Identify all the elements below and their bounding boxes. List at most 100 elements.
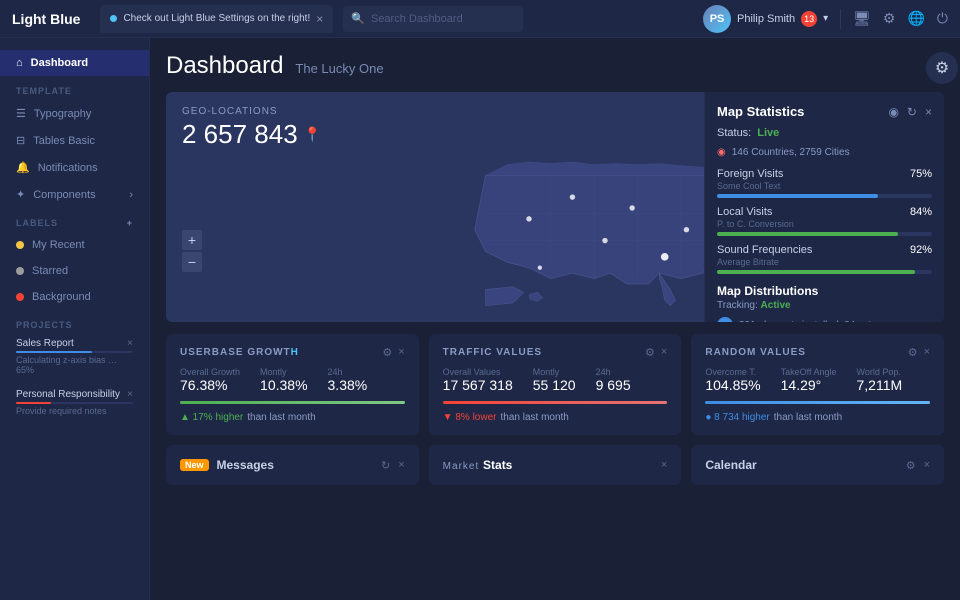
widget-traffic: TRAFFIC VALUES ⚙ × Overall Values 17 567…	[429, 334, 682, 435]
sidebar-item-typography[interactable]: ☰ Typography	[0, 100, 149, 127]
userbase-monthly: Montly 10.38%	[260, 367, 307, 393]
stats-refresh-icon[interactable]: ↻	[907, 105, 917, 119]
market-close-icon[interactable]: ×	[661, 459, 667, 471]
sidebar-item-components[interactable]: ✦ Components	[0, 181, 149, 208]
avatar: PS	[703, 5, 731, 33]
messages-refresh-icon[interactable]: ↻	[381, 459, 390, 472]
userbase-trend-text: ▲ 17% higher than last month	[180, 412, 405, 423]
user-name: Philip Smith	[737, 13, 795, 25]
traffic-close-icon[interactable]: ×	[661, 346, 667, 359]
widget-traffic-title: TRAFFIC VALUES	[443, 347, 542, 358]
map-zoom-out[interactable]: −	[182, 252, 202, 272]
random-gear-icon[interactable]: ⚙	[908, 346, 918, 359]
stats-pin-icon[interactable]: ◉	[888, 105, 898, 119]
progress-local	[717, 232, 932, 236]
random-world: World Pop. 7,211M	[857, 367, 903, 393]
sidebar-item-dashboard[interactable]: ⌂ Dashboard	[0, 50, 149, 76]
progress-sound	[717, 270, 932, 274]
stat-sound-freq: Sound Frequencies 92% Average Bitrate	[717, 244, 932, 274]
traffic-gear-icon[interactable]: ⚙	[645, 346, 655, 359]
tab-close-icon[interactable]: ×	[316, 12, 323, 26]
bottom-widgets-row: New Messages ↻ × Market Stats × Calendar	[166, 445, 944, 485]
sidebar-item-tables[interactable]: ⊟ Tables Basic	[0, 127, 149, 154]
widget-random-title: RANDOM VALUES	[705, 347, 806, 358]
userbase-trend-bar	[180, 401, 405, 404]
content: Dashboard The Lucky One GEO-LOCATIONS 2 …	[150, 38, 960, 600]
tab-indicator	[110, 15, 117, 22]
sidebar-dashboard-label: Dashboard	[31, 57, 88, 69]
power-icon[interactable]: ⏻	[937, 10, 948, 27]
sidebar-template-section: TEMPLATE	[0, 76, 149, 100]
main-layout: ⌂ Dashboard TEMPLATE ☰ Typography ⊟ Tabl…	[0, 38, 960, 600]
widget-userbase-title: USERBASE GROWTH	[180, 347, 299, 358]
sales-progress-bar	[16, 351, 92, 353]
bell-icon: 🔔	[16, 161, 30, 174]
new-badge: New	[180, 459, 209, 471]
monitor-icon[interactable]: 🖥	[853, 10, 871, 27]
stats-panel: Map Statistics ◉ ↻ × Status: Live ◉ 146 …	[704, 92, 944, 322]
widget-market: Market Stats ×	[429, 445, 682, 485]
status-live: Live	[757, 127, 779, 139]
sidebar-labels-section: LABELS +	[0, 208, 149, 232]
widget-random: RANDOM VALUES ⚙ × Overcome T. 104.85% Ta…	[691, 334, 944, 435]
widget-userbase: USERBASE GROWTH ⚙ × Overall Growth 76.38…	[166, 334, 419, 435]
sidebar-label-starred[interactable]: Starred	[0, 258, 149, 284]
random-trend-text: ● 8 734 higher than last month	[705, 412, 930, 423]
topbar-right: PS Philip Smith 13 ▾ 🖥 ⚙ 🌐 ⏻	[703, 5, 948, 33]
countries-row: ◉ 146 Countries, 2759 Cities	[717, 147, 932, 158]
stats-title: Map Statistics	[717, 104, 804, 119]
sidebar-label-myrecent[interactable]: My Recent	[0, 232, 149, 258]
element-icon: B	[717, 317, 733, 322]
widget-close-icon[interactable]: ×	[398, 346, 404, 359]
map-distributions: Map Distributions Tracking: Active B 391…	[717, 284, 932, 322]
logo-light: Light	[12, 11, 46, 27]
typography-icon: ☰	[16, 107, 26, 120]
calendar-close-icon[interactable]: ×	[924, 459, 930, 472]
map-controls: + −	[182, 230, 202, 272]
globe-icon[interactable]: 🌐	[907, 10, 924, 27]
app-logo: Light Blue	[12, 11, 80, 27]
stats-header: Map Statistics ◉ ↻ ×	[717, 104, 932, 119]
search-icon: 🔍	[351, 12, 365, 25]
page-header: Dashboard The Lucky One	[166, 52, 944, 80]
sidebar-item-notifications[interactable]: 🔔 Notifications	[0, 154, 149, 181]
stat-local-visits: Local Visits 84% P. to C. Conversion	[717, 206, 932, 236]
widgets-row: USERBASE GROWTH ⚙ × Overall Growth 76.38…	[166, 334, 944, 435]
user-info[interactable]: PS Philip Smith 13 ▾	[703, 5, 828, 33]
components-icon: ✦	[16, 188, 25, 201]
close-project-sales[interactable]: ×	[127, 338, 133, 349]
chevron-down-icon: ▾	[823, 13, 828, 24]
tab-bar[interactable]: Check out Light Blue Settings on the rig…	[100, 5, 333, 33]
add-label-button[interactable]: +	[127, 218, 133, 228]
stats-close-icon[interactable]: ×	[925, 105, 932, 119]
messages-close-icon[interactable]: ×	[398, 459, 404, 472]
widget-calendar: Calendar ⚙ ×	[691, 445, 944, 485]
floating-gear-button[interactable]: ⚙	[926, 52, 958, 84]
label-dot-red	[16, 293, 24, 301]
tracking-active: Active	[761, 300, 791, 311]
widget-gear-icon[interactable]: ⚙	[382, 346, 392, 359]
random-trend-bar	[705, 401, 930, 404]
sidebar-label-background[interactable]: Background	[0, 284, 149, 310]
progress-foreign	[717, 194, 932, 198]
home-icon: ⌂	[16, 57, 23, 69]
logo-bold: Blue	[50, 11, 80, 27]
divider	[840, 9, 841, 29]
notification-badge: 13	[801, 11, 817, 27]
calendar-gear-icon[interactable]: ⚙	[906, 459, 916, 472]
tab-label: Check out Light Blue Settings on the rig…	[123, 13, 310, 24]
label-dot-gray	[16, 267, 24, 275]
close-project-personal[interactable]: ×	[127, 389, 133, 400]
personal-progress-bar	[16, 402, 51, 404]
search-placeholder: Search Dashboard	[371, 13, 463, 25]
search-bar[interactable]: 🔍 Search Dashboard	[343, 6, 523, 32]
map-zoom-in[interactable]: +	[182, 230, 202, 250]
stat-foreign-visits: Foreign Visits 75% Some Cool Text	[717, 168, 932, 198]
sidebar-projects-section: PROJECTS	[0, 310, 149, 334]
random-close-icon[interactable]: ×	[924, 346, 930, 359]
gear-icon[interactable]: ⚙	[883, 10, 896, 27]
label-dot-yellow	[16, 241, 24, 249]
widget-messages: New Messages ↻ ×	[166, 445, 419, 485]
traffic-24h: 24h 9 695	[596, 367, 631, 393]
random-overcome: Overcome T. 104.85%	[705, 367, 760, 393]
